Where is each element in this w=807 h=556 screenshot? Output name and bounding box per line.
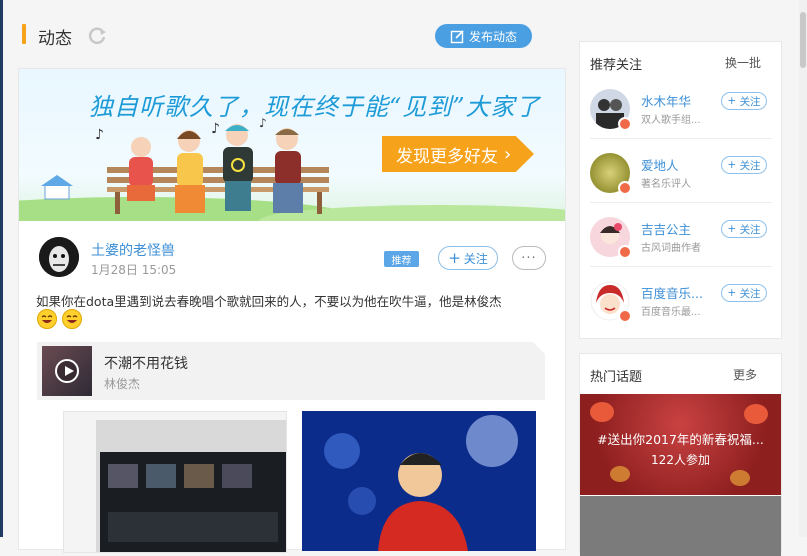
card-corner bbox=[533, 342, 545, 354]
recommend-item[interactable]: 百度音乐... 百度音乐最... + 关注 bbox=[580, 281, 783, 345]
follow-label: 关注 bbox=[739, 287, 761, 300]
chevron-right-icon: › bbox=[504, 143, 512, 165]
refresh-recommend-link[interactable]: 换一批 bbox=[725, 54, 761, 71]
recommend-desc: 双人歌手组... bbox=[641, 115, 701, 126]
follow-label: 关注 bbox=[463, 251, 488, 266]
svg-text:♪: ♪ bbox=[95, 127, 104, 143]
play-icon[interactable] bbox=[55, 359, 79, 383]
post-text: 如果你在dota里遇到说去春晚唱个歌就回来的人，不要以为他在吹牛逼，他是林俊杰 bbox=[36, 294, 502, 309]
follow-button[interactable]: + 关注 bbox=[721, 156, 767, 174]
feed-card: ♪ ♪ ♪ 独自听歌久了，现在终于能“见到”大家了 发现更多好友 › 土婆的老怪… bbox=[18, 68, 566, 553]
recommend-desc: 古风词曲作者 bbox=[641, 243, 701, 254]
recommend-title: 推荐关注 bbox=[590, 58, 643, 73]
follow-label: 关注 bbox=[739, 95, 761, 108]
verified-badge-icon bbox=[618, 245, 632, 259]
post-time: 1月28日 15:05 bbox=[91, 263, 177, 277]
recommend-name[interactable]: 百度音乐... bbox=[641, 283, 703, 302]
recommend-tag: 推荐 bbox=[384, 251, 419, 267]
follow-label: 关注 bbox=[739, 223, 761, 236]
hot-topic-banner[interactable]: #送出你2017年的新春祝福... 122人参加 bbox=[580, 394, 781, 495]
publish-label: 发布动态 bbox=[468, 29, 517, 44]
game-screen-photo bbox=[64, 412, 286, 552]
post-image-2[interactable] bbox=[302, 411, 536, 551]
divider bbox=[590, 202, 772, 203]
divider bbox=[590, 266, 772, 267]
follow-label: 关注 bbox=[739, 159, 761, 172]
laugh-emoji-icon bbox=[62, 309, 82, 329]
follow-button[interactable]: + 关注 bbox=[721, 92, 767, 110]
edit-icon bbox=[450, 29, 464, 43]
refresh-icon[interactable] bbox=[86, 25, 108, 47]
verified-badge-icon bbox=[618, 117, 632, 131]
song-artist[interactable]: 林俊杰 bbox=[104, 375, 140, 392]
verified-badge-icon bbox=[618, 181, 632, 195]
monster-avatar-icon bbox=[39, 237, 79, 277]
song-cover[interactable] bbox=[42, 346, 92, 396]
more-options-button[interactable]: ··· bbox=[512, 246, 546, 270]
window-left-edge bbox=[0, 0, 3, 537]
recommend-name[interactable]: 水木年华 bbox=[641, 91, 691, 110]
post-image-1[interactable] bbox=[63, 411, 287, 553]
hot-topic-title: #送出你2017年的新春祝福... bbox=[597, 432, 764, 447]
svg-text:♪: ♪ bbox=[211, 121, 220, 137]
follow-button[interactable]: + 关注 bbox=[721, 220, 767, 238]
recommend-name[interactable]: 爱地人 bbox=[641, 155, 679, 174]
song-card[interactable]: 不潮不用花钱 林俊杰 bbox=[37, 342, 545, 400]
verified-badge-icon bbox=[618, 309, 632, 323]
divider bbox=[590, 138, 772, 139]
hot-topic-participants: 122人参加 bbox=[651, 453, 710, 467]
scrollbar[interactable] bbox=[799, 0, 807, 537]
follow-author-button[interactable]: + 关注 bbox=[438, 246, 498, 270]
follow-button[interactable]: + 关注 bbox=[721, 284, 767, 302]
find-friends-banner[interactable]: ♪ ♪ ♪ 独自听歌久了，现在终于能“见到”大家了 发现更多好友 › bbox=[19, 69, 565, 221]
hot-topics-title: 热门话题 bbox=[590, 370, 643, 385]
song-title[interactable]: 不潮不用花钱 bbox=[104, 353, 188, 373]
author-name[interactable]: 土婆的老怪兽 bbox=[91, 240, 175, 260]
recommend-desc: 著名乐评人 bbox=[641, 179, 691, 190]
author-avatar[interactable] bbox=[39, 237, 79, 277]
recommend-panel: 推荐关注 换一批 水木年华 双人歌手组... + 关注 爱地人 著名乐评人 + … bbox=[579, 41, 782, 339]
plus-icon: + bbox=[448, 249, 461, 267]
recommend-item[interactable]: 水木年华 双人歌手组... + 关注 bbox=[580, 89, 783, 153]
recommend-item[interactable]: 吉吉公主 古风词曲作者 + 关注 bbox=[580, 217, 783, 281]
publish-button[interactable]: 发布动态 bbox=[435, 24, 532, 48]
recommend-item[interactable]: 爱地人 著名乐评人 + 关注 bbox=[580, 153, 783, 217]
discover-friends-label: 发现更多好友 bbox=[396, 146, 498, 167]
recommend-name[interactable]: 吉吉公主 bbox=[641, 219, 691, 238]
singer-photo bbox=[302, 411, 536, 551]
hot-topics-panel: 热门话题 更多 #送出你2017年的新春祝福... 122人参加 bbox=[579, 353, 782, 556]
section-marker bbox=[22, 24, 26, 44]
banner-slogan: 独自听歌久了，现在终于能“见到”大家了 bbox=[89, 93, 541, 121]
scrollbar-thumb[interactable] bbox=[800, 12, 806, 68]
recommend-desc: 百度音乐最... bbox=[641, 307, 701, 318]
hot-topic-banner-2[interactable] bbox=[580, 496, 781, 556]
laugh-emoji-icon bbox=[37, 309, 57, 329]
page-title: 动态 bbox=[38, 29, 72, 49]
hot-topics-more-link[interactable]: 更多 bbox=[733, 366, 757, 383]
discover-friends-button[interactable]: 发现更多好友 › bbox=[382, 136, 534, 172]
